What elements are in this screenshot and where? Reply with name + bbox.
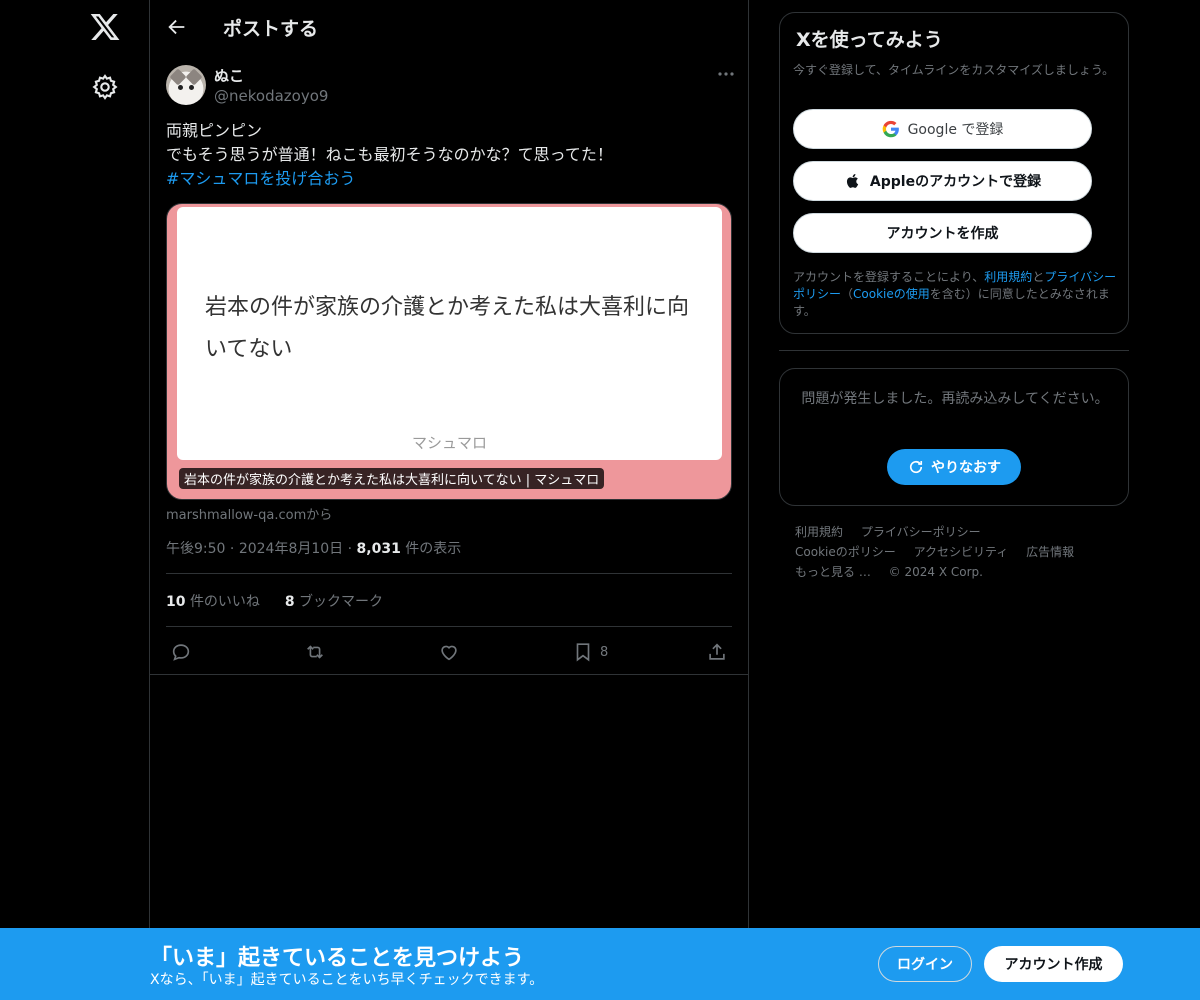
x-logo-icon[interactable]: [89, 11, 121, 43]
cookie-link[interactable]: Cookieの使用: [853, 287, 930, 301]
top-bar: ポストする: [150, 0, 748, 53]
banner-subtitle: Xなら、「いま」起きていることをいち早くチェックできます。: [150, 972, 544, 988]
bookmarks-stat[interactable]: 8 ブックマーク: [285, 594, 383, 610]
footer-accessibility-link[interactable]: アクセシビリティ: [914, 545, 1009, 559]
footer-privacy-link[interactable]: プライバシーポリシー: [861, 525, 981, 539]
action-bar: 8: [166, 638, 732, 666]
error-message: 問題が発生しました。再読み込みしてください。: [801, 391, 1109, 407]
left-nav: [0, 0, 150, 1000]
divider: [150, 674, 748, 675]
likes-stat[interactable]: 10 件のいいね: [166, 594, 260, 610]
gear-icon[interactable]: [91, 73, 119, 101]
card-source[interactable]: marshmallow-qa.comから: [166, 504, 332, 523]
google-icon: [882, 120, 899, 138]
post-text: 両親ピンピン でもそう思うが普通！ねこも最初そうなのかな？て思ってた！ #マシュ…: [166, 119, 736, 191]
signup-subtitle: 今すぐ登録して、タイムラインをカスタマイズしましょう。: [793, 63, 1115, 77]
bookmark-icon[interactable]: 8: [572, 638, 608, 666]
footer-links: 利用規約 プライバシーポリシー Cookieのポリシー アクセシビリティ 広告情…: [795, 522, 1115, 582]
repost-icon[interactable]: [304, 638, 326, 666]
reply-icon[interactable]: [170, 638, 192, 666]
footer-more-link[interactable]: もっと見る …: [795, 565, 871, 579]
post-author: ぬこ @nekodazoyo9: [166, 64, 736, 108]
footer-copyright: © 2024 X Corp.: [888, 565, 983, 579]
card-question-text: 岩本の件が家族の介護とか考えた私は大喜利に向いてない: [205, 295, 690, 362]
signup-banner: 「いま」起きていることを見つけよう Xなら、「いま」起きていることをいち早くチェ…: [0, 928, 1200, 1000]
view-count: 8,031: [356, 541, 401, 557]
author-name[interactable]: ぬこ: [214, 65, 244, 86]
legal-text: アカウントを登録することにより、利用規約とプライバシーポリシー（Cookieの使…: [793, 270, 1117, 318]
share-icon[interactable]: [706, 638, 728, 666]
footer-ads-link[interactable]: 広告情報: [1026, 545, 1074, 559]
apple-signup-button[interactable]: Appleのアカウントで登録: [793, 161, 1092, 201]
view-label: 件の表示: [405, 541, 462, 557]
refresh-icon: [909, 460, 923, 474]
avatar[interactable]: [166, 65, 206, 105]
author-handle[interactable]: @nekodazoyo9: [214, 87, 328, 105]
footer-cookie-link[interactable]: Cookieのポリシー: [795, 545, 896, 559]
card-brand: マシュマロ: [411, 434, 487, 452]
bookmark-count: 8: [600, 644, 609, 660]
like-icon[interactable]: [438, 638, 460, 666]
terms-link[interactable]: 利用規約: [984, 270, 1032, 284]
banner-create-account-button[interactable]: アカウント作成: [984, 946, 1123, 982]
card-image: 岩本の件が家族の介護とか考えた私は大喜利に向いてない マシュマロ: [177, 207, 722, 460]
post-line: でもそう思うが普通！ねこも最初そうなのかな？て思ってた！: [166, 145, 613, 164]
main-column: ポストする ぬこ @nekodazoyo9 両親ピンピン でもそう思うが普通！ね…: [149, 0, 749, 1000]
divider: [166, 573, 732, 574]
divider: [166, 626, 732, 627]
page-title: ポストする: [223, 18, 319, 40]
more-options-icon[interactable]: [716, 64, 736, 84]
post-meta: 午後9:50 · 2024年8月10日 · 8,031 件の表示: [166, 541, 462, 557]
signup-panel: Xを使ってみよう 今すぐ登録して、タイムラインをカスタマイズしましょう。 Goo…: [779, 12, 1129, 334]
retry-button[interactable]: やりなおす: [887, 449, 1021, 485]
create-account-button[interactable]: アカウントを作成: [793, 213, 1092, 253]
card-caption: 岩本の件が家族の介護とか考えた私は大喜利に向いてない | マシュマロ: [179, 468, 605, 489]
signup-title: Xを使ってみよう: [796, 29, 943, 51]
divider: [779, 350, 1129, 351]
error-panel: 問題が発生しました。再読み込みしてください。 やりなおす: [779, 368, 1129, 506]
post-line: 両親ピンピン: [166, 121, 263, 140]
post-time[interactable]: 午後9:50: [166, 541, 225, 557]
footer-terms-link[interactable]: 利用規約: [795, 525, 843, 539]
login-button[interactable]: ログイン: [878, 946, 972, 982]
post-date[interactable]: 2024年8月10日: [239, 541, 343, 557]
apple-icon: [846, 174, 859, 188]
hashtag-link[interactable]: #マシュマロを投げ合おう: [166, 167, 736, 191]
link-card[interactable]: 岩本の件が家族の介護とか考えた私は大喜利に向いてない マシュマロ 岩本の件が家族…: [166, 203, 732, 500]
back-arrow-icon[interactable]: [166, 16, 188, 38]
post-stats: 10 件のいいね 8 ブックマーク: [166, 591, 383, 611]
google-signup-button[interactable]: Google で登録: [793, 109, 1092, 149]
banner-title: 「いま」起きていることを見つけよう: [150, 946, 525, 971]
